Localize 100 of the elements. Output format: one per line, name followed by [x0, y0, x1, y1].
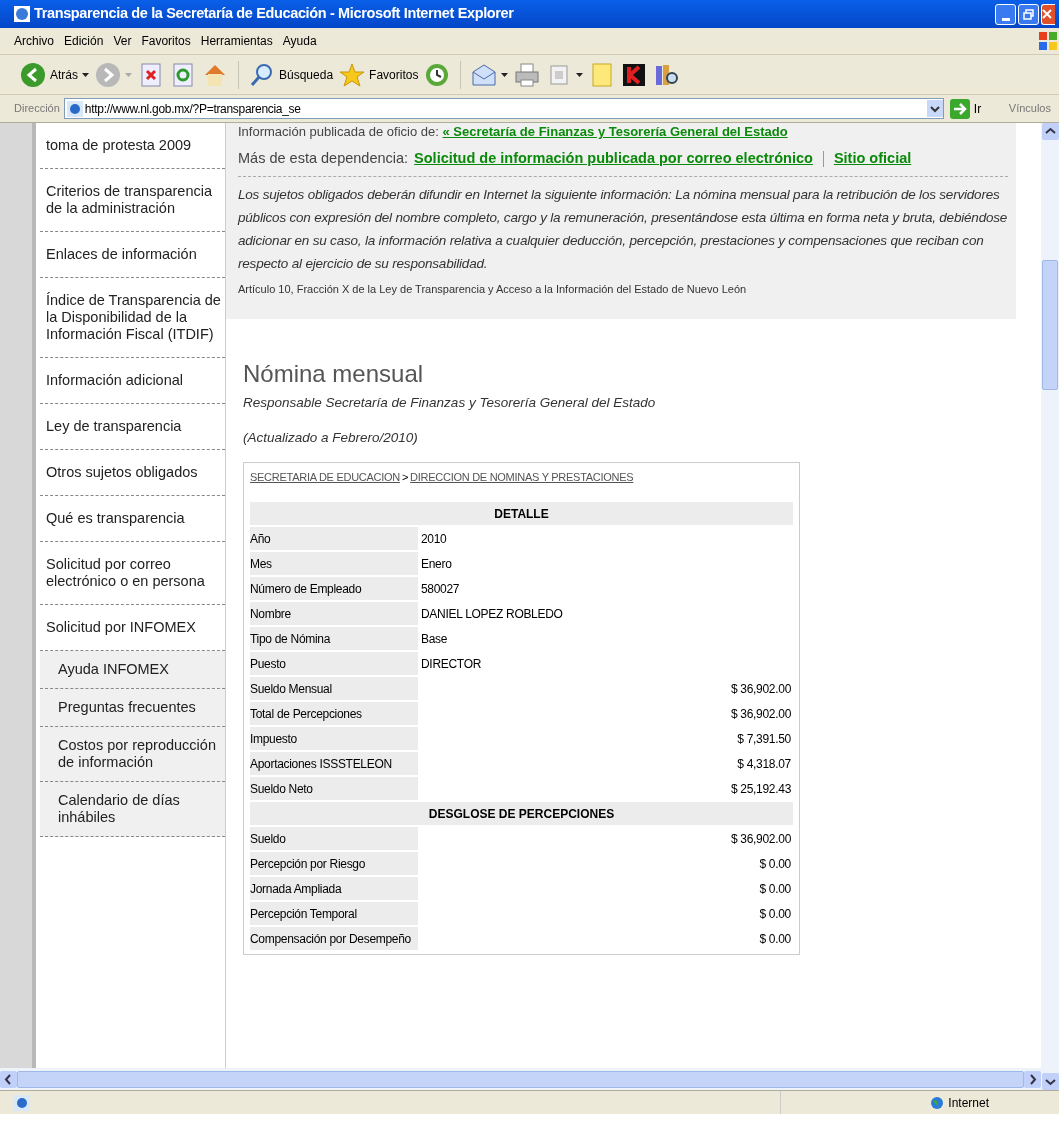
scroll-thumb[interactable]: [1042, 260, 1058, 390]
close-button[interactable]: [1041, 3, 1055, 25]
row-value: DANIEL LOPEZ ROBLEDO: [420, 605, 564, 623]
row-value: $ 36,902.00: [729, 705, 792, 723]
sidebar-link[interactable]: Solicitud por INFOMEX: [46, 619, 225, 636]
restore-button[interactable]: [1018, 3, 1039, 25]
page-heading: Nómina mensual: [243, 359, 425, 390]
globe-icon: [930, 1095, 945, 1110]
windows-logo-icon: [1037, 30, 1059, 52]
scroll-up-icon[interactable]: [1041, 123, 1059, 140]
sidebar-link[interactable]: Qué es transparencia: [46, 510, 225, 527]
sidebar-link[interactable]: Índice de Transparencia de la Disponibilidad de la Información Fiscal (ITDIF): [46, 292, 225, 343]
dependency-link[interactable]: Solicitud de información publicada por correo electrónico: [414, 148, 813, 170]
dependency-link[interactable]: Sitio oficial: [833, 148, 912, 170]
breadcrumb-separator: >: [401, 469, 409, 485]
antivirus-icon[interactable]: [621, 61, 648, 88]
row-label: Jornada Ampliada: [250, 877, 418, 901]
row-value: $ 0.00: [758, 855, 792, 873]
row-label: Compensación por Desempeño: [250, 927, 418, 951]
row-label: Tipo de Nómina: [250, 627, 418, 651]
stop-icon[interactable]: [138, 61, 164, 88]
toolbar-label[interactable]: Atrás: [50, 65, 78, 84]
legal-description: Los sujetos obligados deberán difundir en Internet la siguiente información: La nómina mensual para la retribución de los servidores públicos con expresión del nombre completo, cargo y la remuneración, presentándose esta última en forma neta y bruta, debiéndose adicionar en su caso, la información relativa a cualquier deducción, percepción, prestaciones y compensaciones que reciban con respecto al ejercicio de su responsabilidad.: [238, 185, 1008, 273]
close-icon: [1042, 9, 1052, 19]
row-label: Sueldo Neto: [250, 777, 418, 801]
row-value: 2010: [420, 530, 448, 548]
breadcrumb-link[interactable]: DIRECCION DE NOMINAS Y PRESTACIONES: [410, 468, 634, 486]
minimize-icon: [1001, 17, 1010, 21]
browser-icon: [14, 6, 30, 22]
row-value: $ 0.00: [758, 930, 792, 948]
row-value: $ 0.00: [758, 880, 792, 898]
dropdown-caret-icon[interactable]: [82, 72, 89, 77]
row-label: Sueldo Mensual: [250, 677, 418, 701]
menu-item[interactable]: Favoritos: [141, 32, 191, 50]
row-label: Número de Empleado: [250, 577, 418, 601]
row-label: Percepción Temporal: [250, 902, 418, 926]
scroll-left-icon[interactable]: [0, 1070, 17, 1088]
row-value: $ 4,318.07: [736, 755, 792, 773]
star-icon[interactable]: [339, 61, 366, 88]
sidebar-link[interactable]: Solicitud por correo electrónico o en persona: [46, 556, 225, 590]
dropdown-caret-icon[interactable]: [501, 72, 509, 77]
history-icon[interactable]: [424, 61, 451, 88]
scroll-thumb[interactable]: [17, 1070, 1024, 1088]
published-line: Información publicada de oficio de: « Secretaría de Finanzas y Tesorería General del Estado: [238, 124, 789, 140]
horizontal-scrollbar[interactable]: [0, 1068, 1041, 1090]
row-value: $ 25,192.43: [729, 780, 792, 798]
menu-item[interactable]: Edición: [64, 32, 104, 50]
minimize-button[interactable]: [995, 3, 1016, 25]
menu-item[interactable]: Ver: [113, 32, 132, 50]
section-header: DESGLOSE DE PERCEPCIONES: [250, 802, 793, 826]
address-label: Dirección: [14, 101, 60, 117]
toolbar-label[interactable]: Favoritos: [369, 65, 419, 84]
section-header: DETALLE: [250, 502, 793, 526]
toolbar-label[interactable]: Búsqueda: [279, 65, 334, 84]
agency-link[interactable]: « Secretaría de Finanzas y Tesorería General del Estado: [442, 124, 788, 139]
row-label: Aportaciones ISSSTELEON: [250, 752, 418, 776]
scroll-down-icon[interactable]: [1041, 1073, 1059, 1090]
row-value: Base: [420, 630, 449, 648]
links-label[interactable]: Vínculos: [1008, 100, 1051, 117]
refresh-icon[interactable]: [170, 61, 196, 88]
legal-reference: Artículo 10, Fracción X de la Ley de Transparencia y Acceso a la Información del Estado de Nuevo León: [238, 281, 748, 297]
row-label: Impuesto: [250, 727, 418, 751]
zone-label: Internet: [948, 1094, 989, 1112]
updated-text: (Actualizado a Febrero/2010): [243, 428, 419, 447]
sidebar-link[interactable]: Otros sujetos obligados: [46, 464, 225, 481]
row-value: $ 7,391.50: [736, 730, 792, 748]
restore-icon: [1023, 8, 1034, 20]
row-value: 580027: [420, 580, 461, 598]
row-label: Nombre: [250, 602, 418, 626]
dropdown-caret-icon[interactable]: [576, 72, 584, 77]
row-label: Percepción por Riesgo: [250, 852, 418, 876]
row-value: $ 0.00: [758, 905, 792, 923]
row-value: $ 36,902.00: [729, 830, 792, 848]
row-value: DIRECTOR: [420, 655, 483, 673]
responsible-text: Responsable Secretaría de Finanzas y Tesorería General del Estado: [243, 394, 657, 413]
menu-item[interactable]: Archivo: [14, 32, 54, 50]
vertical-scrollbar[interactable]: [1041, 123, 1059, 1090]
breadcrumb-link[interactable]: SECRETARIA DE EDUCACION: [250, 468, 400, 486]
row-label: Puesto: [250, 652, 418, 676]
page-icon: [66, 100, 83, 117]
row-label: Mes: [250, 552, 418, 576]
row-label: Total de Percepciones: [250, 702, 418, 726]
page-icon: [14, 1094, 30, 1111]
search-icon[interactable]: [249, 61, 275, 88]
sidebar-link[interactable]: Información adicional: [46, 372, 225, 389]
sidebar-link[interactable]: Ley de transparencia: [46, 418, 225, 435]
scroll-right-icon[interactable]: [1024, 1070, 1041, 1088]
sidebar-link[interactable]: Criterios de transparencia de la administración: [46, 183, 225, 217]
more-label: Más de esta dependencia:: [238, 149, 409, 168]
row-value: Enero: [420, 555, 453, 573]
menu-item[interactable]: Ayuda: [282, 32, 317, 50]
address-field[interactable]: http://www.nl.gob.mx/?P=transparencia_se: [63, 98, 944, 119]
sidebar-link[interactable]: Enlaces de información: [46, 246, 225, 263]
menu-item[interactable]: Herramientas: [200, 32, 273, 50]
row-label: Año: [250, 527, 418, 551]
window-title: Transparencia de la Secretaría de Educación - Microsoft Internet Explorer: [34, 4, 514, 24]
dropdown-caret-icon[interactable]: [926, 100, 943, 117]
go-button[interactable]: Ir: [973, 99, 982, 118]
sidebar-link[interactable]: toma de protesta 2009: [46, 137, 225, 154]
printer-icon[interactable]: [514, 61, 541, 88]
